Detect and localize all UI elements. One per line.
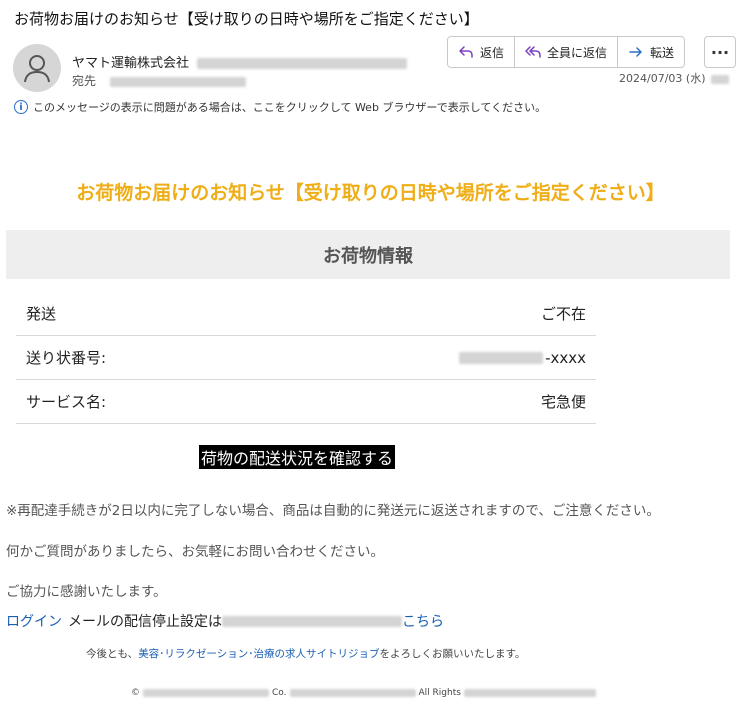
tracking-number: -xxxx — [459, 349, 586, 367]
received-date: 2024/07/03 (水) — [619, 70, 729, 86]
forward-button[interactable]: 転送 — [618, 37, 684, 67]
footer-links: ログイン メールの配信停止設定は こちら — [6, 611, 444, 631]
person-icon — [24, 55, 50, 83]
info-icon: i — [14, 100, 28, 114]
reply-button[interactable]: 返信 — [448, 37, 516, 67]
more-actions-button[interactable]: ··· — [704, 36, 736, 68]
unsubscribe-text: メールの配信停止設定は — [68, 614, 222, 630]
package-info-table: 発送 ご不在 送り状番号: -xxxx サービス名: 宅急便 — [16, 292, 596, 424]
copyright-tail-redacted — [463, 689, 596, 697]
row-value: ご不在 — [540, 305, 586, 323]
return-notice: ※再配達手続きが2日以内に完了しない場合、商品は自動的に発送元に返送されますので… — [6, 503, 660, 519]
row-value: 宅急便 — [540, 393, 586, 411]
forward-label: 転送 — [650, 45, 675, 60]
time-redacted — [711, 74, 729, 84]
reply-all-label: 全員に返信 — [547, 45, 608, 60]
copyright-co: Co. — [272, 688, 287, 698]
recipient-label: 宛先 — [72, 74, 97, 88]
forward-arrow-icon — [629, 47, 642, 57]
copyright-redacted — [289, 689, 416, 697]
table-row: サービス名: 宅急便 — [16, 380, 596, 424]
browser-view-infobar[interactable]: i このメッセージの表示に問題がある場合は、ここをクリックして Web ブラウザ… — [14, 99, 546, 115]
email-headline: お荷物お届けのお知らせ【受け取りの日時や場所をご指定ください】 — [76, 182, 665, 204]
table-row: 発送 ご不在 — [16, 292, 596, 336]
row-label: 送り状番号: — [26, 349, 107, 367]
sender-avatar[interactable] — [13, 44, 61, 92]
reply-label: 返信 — [480, 45, 505, 60]
questions-text: 何かご質問がありましたら、お気軽にお問い合わせください。 — [6, 544, 384, 560]
outro-text: 今後とも、美容･リラクゼーション･治療の求人サイトリジョブをよろしくお願いいたし… — [86, 646, 525, 661]
reply-all-button[interactable]: 全員に返信 — [515, 37, 619, 67]
company-name-redacted — [143, 689, 269, 697]
tracking-number-redacted — [459, 351, 544, 364]
table-row: 送り状番号: -xxxx — [16, 336, 596, 380]
reply-actions-group: 返信 全員に返信 転送 — [447, 36, 686, 68]
recipient-line: 宛先 — [72, 72, 246, 89]
reply-icon — [459, 46, 473, 58]
outro-prefix: 今後とも、 — [86, 648, 139, 660]
sender-name: ヤマト運輸株式会社 — [72, 56, 190, 71]
recipient-email-redacted — [109, 76, 246, 87]
more-icon: ··· — [710, 42, 730, 62]
sender-line[interactable]: ヤマト運輸株式会社 — [72, 52, 408, 71]
sender-email-redacted — [197, 58, 408, 69]
package-info-header: お荷物情報 — [6, 230, 730, 279]
infobar-text: このメッセージの表示に問題がある場合は、ここをクリックして Web ブラウザーで… — [33, 101, 547, 114]
date-text: 2024/07/03 (水) — [619, 72, 706, 85]
rejob-site-link[interactable]: 美容･リラクゼーション･治療の求人サイトリジョブ — [138, 648, 379, 660]
outro-suffix: をよろしくお願いいたします。 — [379, 648, 526, 660]
reply-all-icon — [525, 46, 541, 58]
thanks-text: ご協力に感謝いたします。 — [6, 584, 167, 600]
login-link[interactable]: ログイン — [6, 611, 62, 631]
copyright-rights: All Rights — [418, 688, 461, 698]
copyright-line: © Co. All Rights — [131, 688, 596, 698]
row-label: サービス名: — [26, 393, 107, 411]
track-package-button[interactable]: 荷物の配送状況を確認する — [199, 445, 396, 469]
row-label: 発送 — [26, 305, 57, 323]
unsubscribe-url-redacted — [222, 615, 402, 627]
tracking-number-suffix: -xxxx — [545, 348, 586, 367]
email-subject: お荷物お届けのお知らせ【受け取りの日時や場所をご指定ください】 — [14, 10, 479, 28]
copyright-symbol: © — [131, 688, 140, 698]
unsubscribe-here-link[interactable]: こちら — [402, 611, 444, 631]
